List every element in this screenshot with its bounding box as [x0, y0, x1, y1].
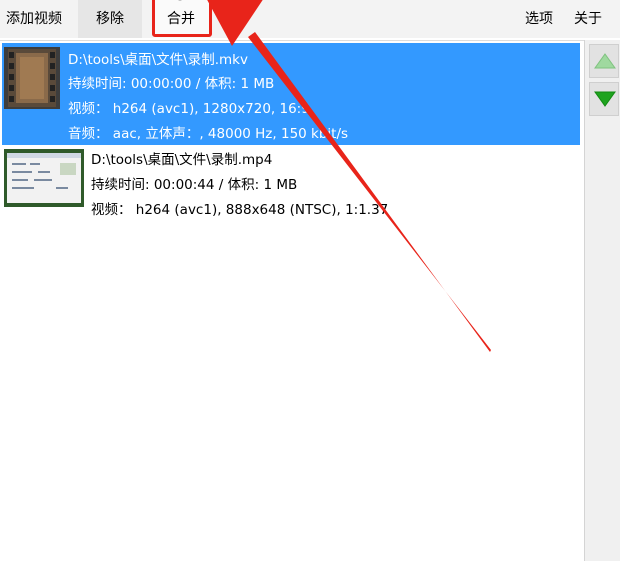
- move-down-button[interactable]: [589, 82, 619, 116]
- file-duration-size: 持续时间: 00:00:44 / 体积: 1 MB: [91, 177, 298, 193]
- merge-icon: [178, 0, 182, 1]
- merge-button[interactable]: 合并: [153, 0, 209, 38]
- toolbar: 添加视频 移除 合并 选项 关于: [0, 0, 620, 38]
- file-video-info: 视频： h264 (avc1), 1280x720, 16:9: [68, 101, 310, 117]
- merge-label: 合并: [167, 11, 195, 27]
- file-path: D:\tools\桌面\文件\录制.mkv: [68, 52, 248, 68]
- remove-button[interactable]: 移除: [78, 0, 142, 38]
- about-button[interactable]: 关于: [568, 0, 608, 38]
- video-list[interactable]: D:\tools\桌面\文件\录制.mkv 持续时间: 00:00:00 / 体…: [0, 40, 584, 562]
- add-video-button[interactable]: 添加视频: [0, 0, 68, 38]
- video-thumbnail: [4, 149, 84, 207]
- file-video-info: 视频： h264 (avc1), 888x648 (NTSC), 1:1.37: [91, 202, 389, 218]
- triangle-down-icon: [594, 91, 616, 107]
- list-item[interactable]: D:\tools\桌面\文件\录制.mp4 持续时间: 00:00:44 / 体…: [2, 147, 580, 227]
- triangle-up-icon: [594, 53, 616, 69]
- move-up-button[interactable]: [589, 44, 619, 78]
- reorder-panel: [584, 40, 620, 561]
- file-path: D:\tools\桌面\文件\录制.mp4: [91, 152, 273, 168]
- options-button[interactable]: 选项: [519, 0, 559, 38]
- film-thumbnail-icon: [4, 47, 60, 109]
- file-duration-size: 持续时间: 00:00:00 / 体积: 1 MB: [68, 76, 275, 92]
- file-audio-info: 音频： aac, 立体声：, 48000 Hz, 150 kbit/s: [68, 126, 349, 142]
- list-item[interactable]: D:\tools\桌面\文件\录制.mkv 持续时间: 00:00:00 / 体…: [2, 43, 580, 145]
